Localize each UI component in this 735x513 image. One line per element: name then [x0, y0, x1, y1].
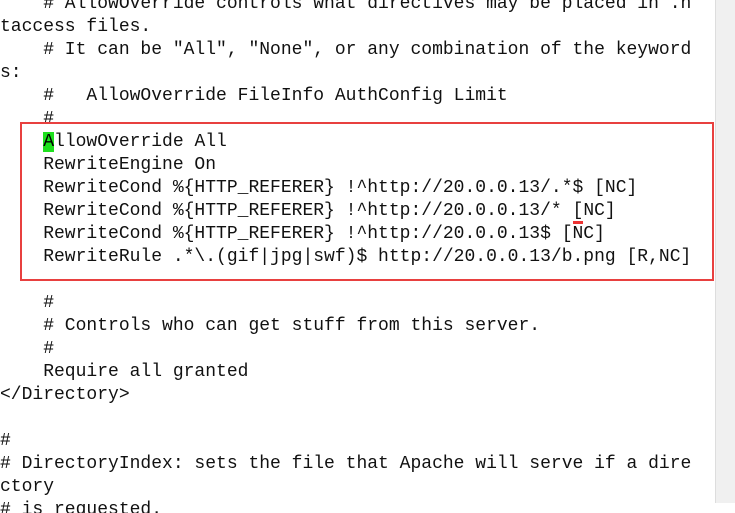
code-line: # Controls who can get stuff from this s…	[0, 316, 541, 336]
scrollbar[interactable]	[715, 0, 735, 503]
code-line: # It can be "All", "None", or any combin…	[0, 40, 692, 60]
code-line: # AllowOverride FileInfo AuthConfig Limi…	[0, 86, 508, 106]
code-line: # DirectoryIndex: sets the file that Apa…	[0, 454, 692, 474]
code-line: taccess files.	[0, 17, 152, 37]
code-line: #	[0, 293, 55, 313]
code-line: </Directory>	[0, 385, 130, 405]
code-line: s:	[0, 63, 22, 83]
code-line: # is requested.	[0, 500, 163, 513]
highlight-annotation-box	[20, 122, 714, 281]
code-line: ctory	[0, 477, 55, 497]
code-line: # AllowOverride controls what directives…	[0, 0, 692, 14]
code-line: #	[0, 339, 55, 359]
code-line: #	[0, 431, 11, 451]
code-line: Require all granted	[0, 362, 249, 382]
